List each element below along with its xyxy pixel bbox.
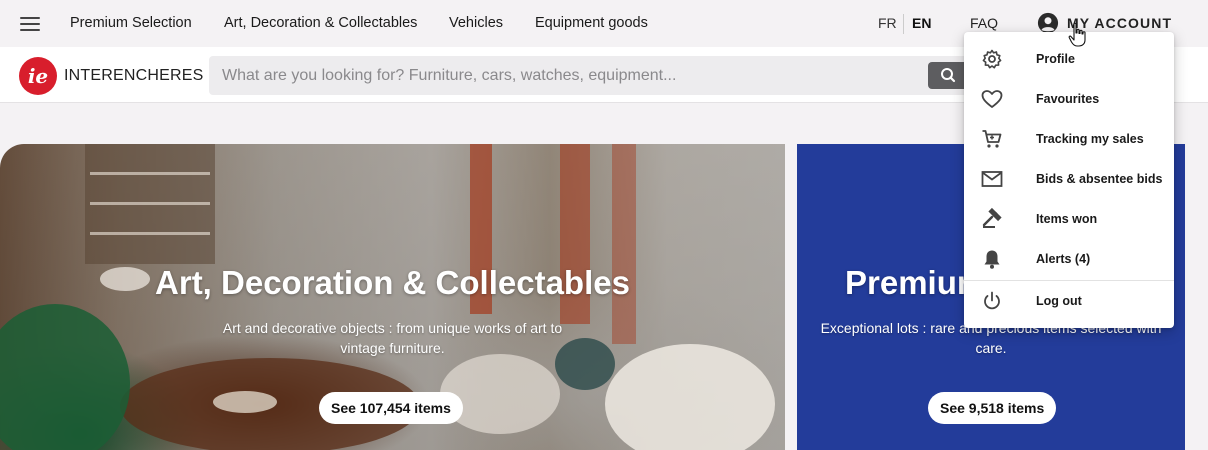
- menu-item-label: Favourites: [1036, 92, 1100, 106]
- cart-icon: [982, 130, 1002, 148]
- search-input[interactable]: [209, 66, 909, 85]
- logo-text: INTERENCHERES: [64, 67, 204, 84]
- mail-icon: [981, 171, 1003, 187]
- logo-mark-icon: ie: [19, 57, 57, 95]
- bell-icon: [984, 250, 1000, 269]
- account-dropdown-menu: Profile Favourites Tracking my sales Bid…: [964, 32, 1174, 328]
- menu-icon[interactable]: [20, 14, 40, 32]
- card-title: Art, Decoration & Collectables: [155, 264, 630, 301]
- search-bar: [209, 56, 969, 95]
- faq-link[interactable]: FAQ: [970, 15, 998, 31]
- menu-item-label: Log out: [1036, 294, 1082, 308]
- nav-premium-selection[interactable]: Premium Selection: [70, 15, 192, 31]
- search-button[interactable]: [928, 62, 968, 89]
- see-items-button[interactable]: See 9,518 items: [928, 392, 1057, 424]
- card-description-line: care.: [975, 340, 1007, 356]
- menu-item-label: Items won: [1036, 212, 1098, 226]
- menu-item-items-won[interactable]: Items won: [964, 199, 1174, 239]
- nav-art-decoration[interactable]: Art, Decoration & Collectables: [224, 15, 417, 31]
- card-description-line: vintage furniture.: [340, 340, 445, 356]
- svg-text:ie: ie: [28, 64, 48, 88]
- menu-item-label: Bids & absentee bids: [1036, 172, 1163, 186]
- nav-equipment-goods[interactable]: Equipment goods: [535, 15, 648, 31]
- menu-item-label: Alerts (4): [1036, 252, 1091, 266]
- menu-item-favourites[interactable]: Favourites: [964, 79, 1174, 119]
- heart-icon: [981, 90, 1003, 108]
- nav-vehicles[interactable]: Vehicles: [449, 15, 503, 31]
- menu-item-alerts[interactable]: Alerts (4): [964, 239, 1174, 279]
- category-card-art[interactable]: Art, Decoration & Collectables Art and d…: [0, 144, 785, 450]
- menu-item-label: Profile: [1036, 52, 1075, 66]
- card-description-line: Art and decorative objects : from unique…: [222, 320, 563, 336]
- card-description: Art and decorative objects : from unique…: [0, 318, 785, 358]
- menu-item-profile[interactable]: Profile: [964, 39, 1174, 79]
- language-en[interactable]: EN: [912, 15, 931, 31]
- language-divider: [903, 14, 904, 34]
- interencheres-logo[interactable]: ie INTERENCHERES: [18, 56, 204, 96]
- language-fr[interactable]: FR: [878, 15, 897, 31]
- account-circle-icon: [1037, 12, 1059, 34]
- my-account-label: MY ACCOUNT: [1067, 15, 1173, 31]
- menu-item-logout[interactable]: Log out: [964, 281, 1174, 321]
- menu-item-bids[interactable]: Bids & absentee bids: [964, 159, 1174, 199]
- gavel-icon: [982, 207, 1002, 228]
- power-icon: [984, 291, 1000, 310]
- see-items-button[interactable]: See 107,454 items: [319, 392, 463, 424]
- menu-item-tracking-sales[interactable]: Tracking my sales: [964, 119, 1174, 159]
- search-icon: [941, 68, 956, 83]
- my-account-button[interactable]: MY ACCOUNT: [1037, 12, 1172, 34]
- menu-item-label: Tracking my sales: [1036, 132, 1144, 146]
- gear-icon: [982, 49, 1002, 69]
